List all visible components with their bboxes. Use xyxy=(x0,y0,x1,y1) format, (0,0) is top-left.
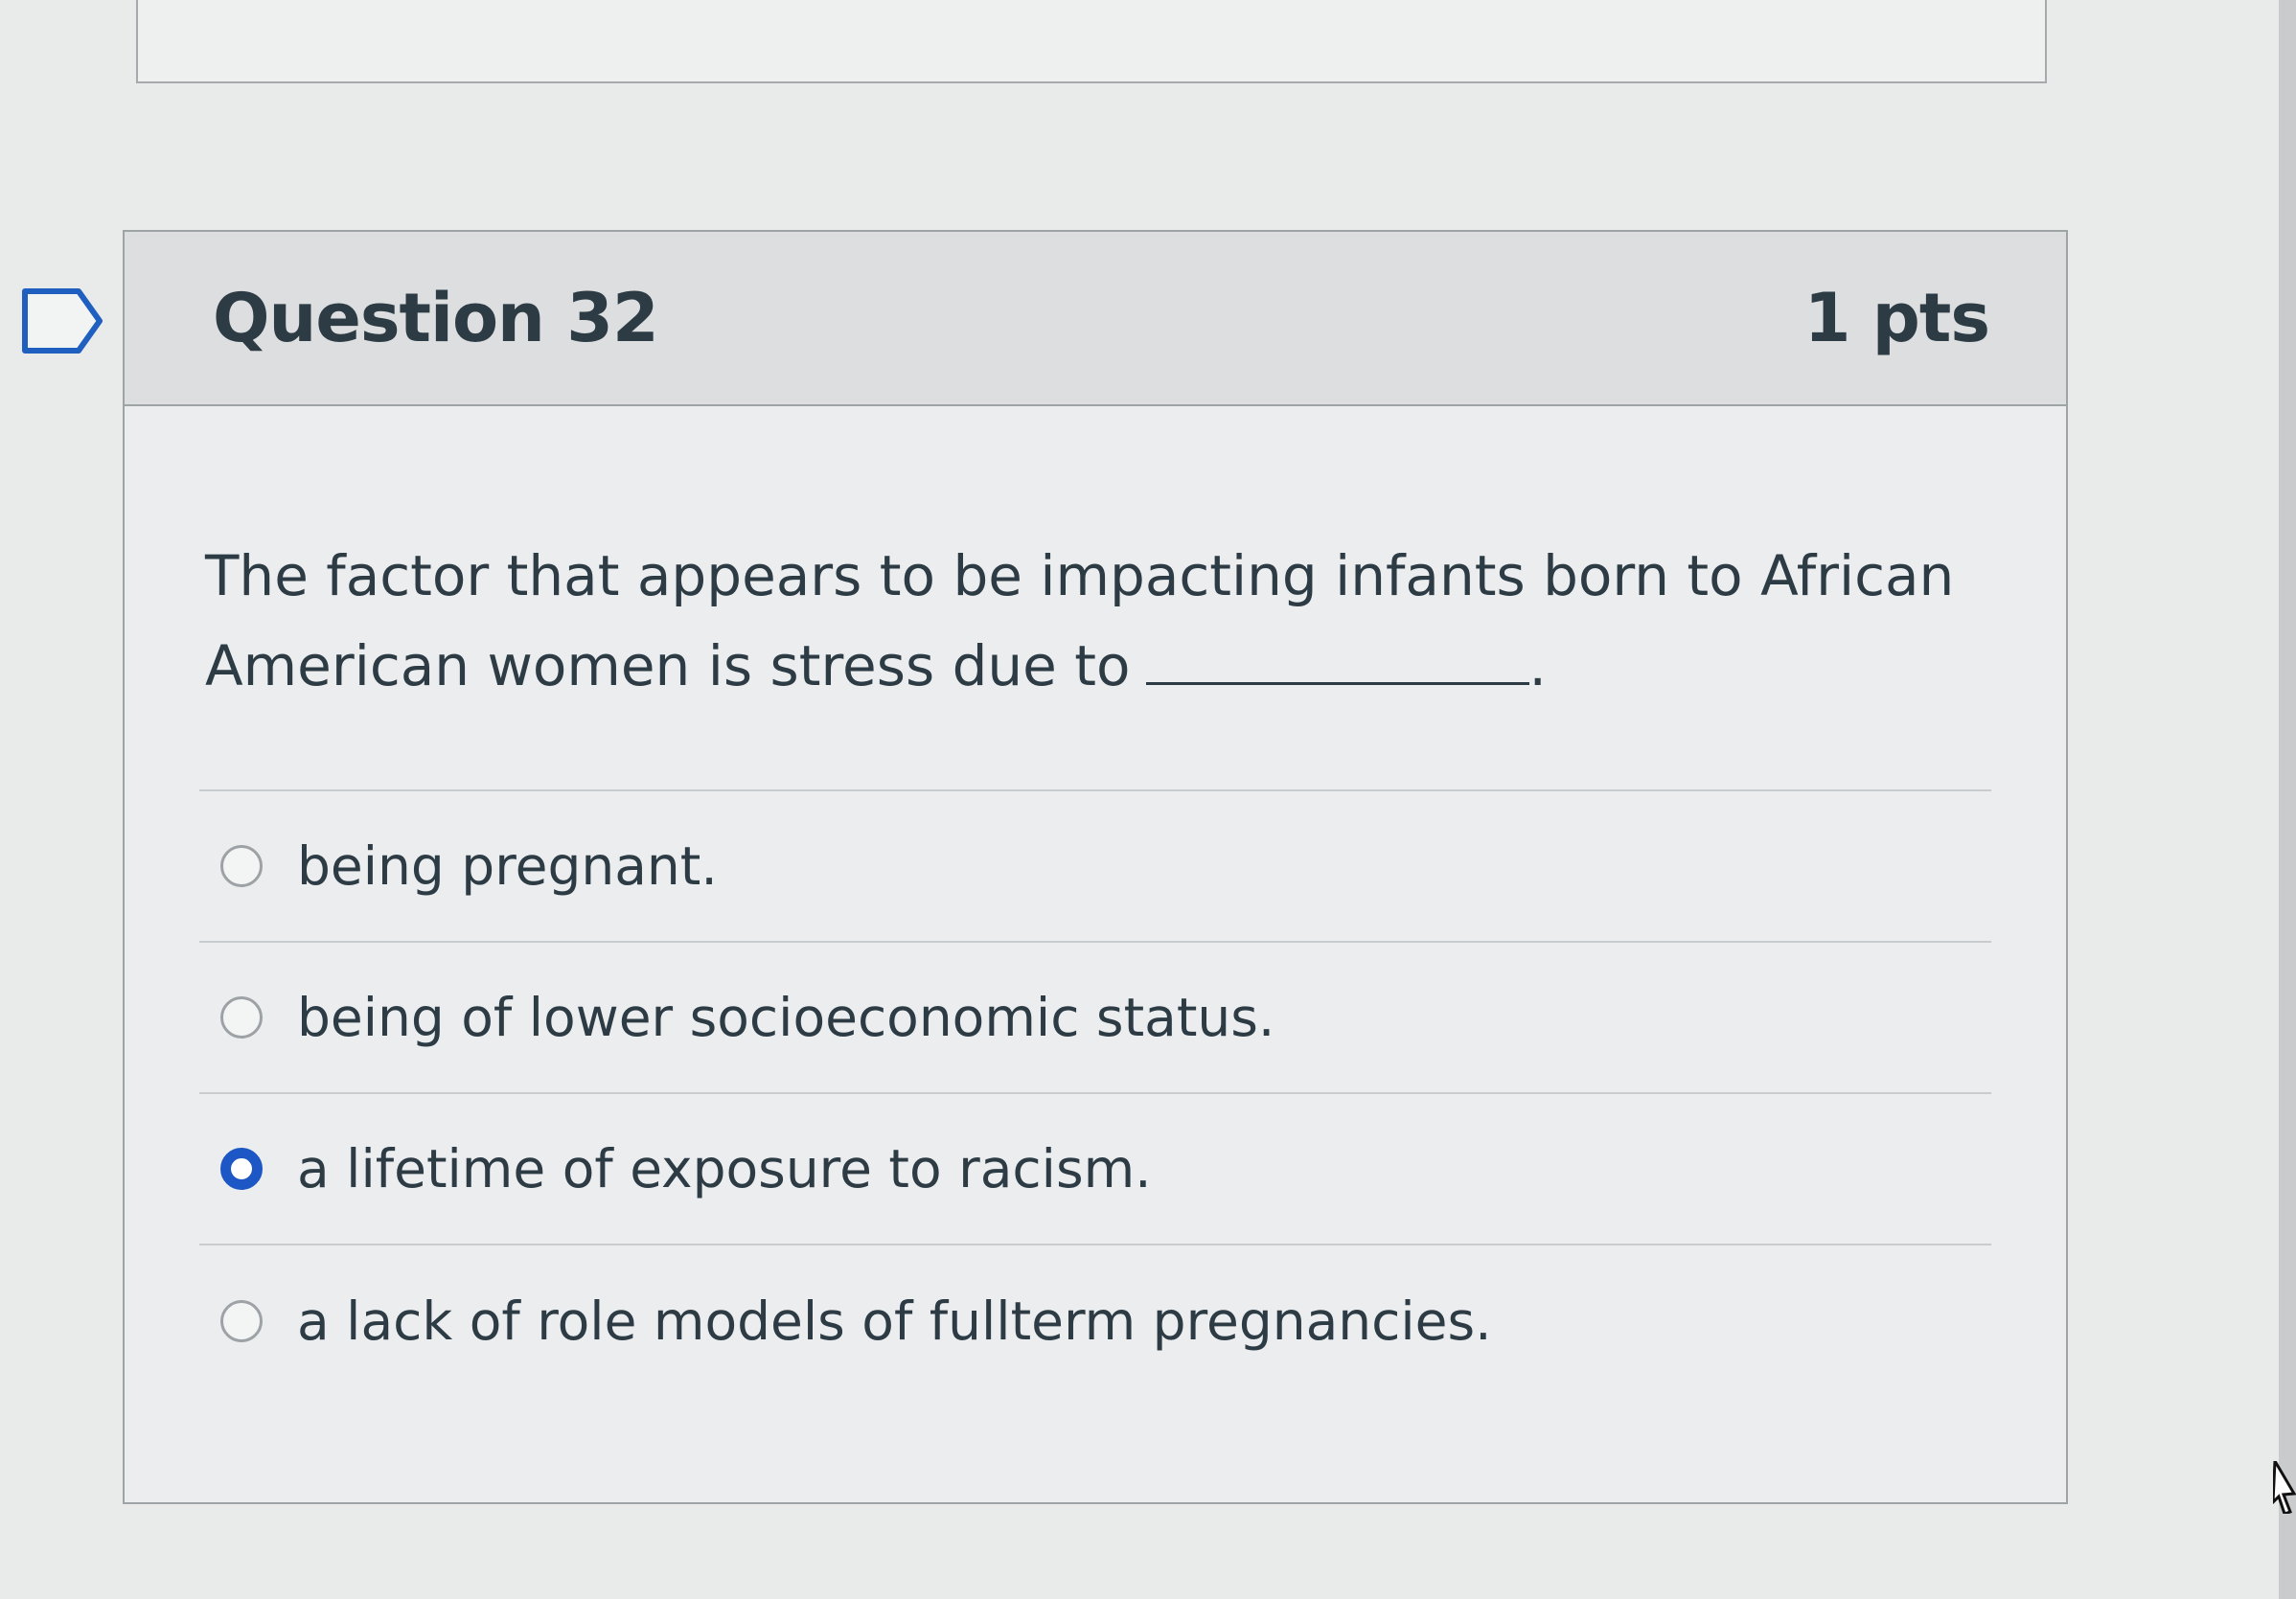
flag-question-icon[interactable] xyxy=(21,287,103,354)
answer-option-4[interactable]: a lack of role models of fullterm pregna… xyxy=(199,1245,1991,1397)
answer-option-1[interactable]: being pregnant. xyxy=(199,791,1991,943)
previous-question-card xyxy=(136,0,2047,83)
radio-button-unselected[interactable] xyxy=(220,845,263,887)
question-text: The factor that appears to be impacting … xyxy=(205,531,2007,711)
radio-button-unselected[interactable] xyxy=(220,1300,263,1342)
mouse-cursor-icon xyxy=(2273,1461,2296,1514)
answer-option-3[interactable]: a lifetime of exposure to racism. xyxy=(199,1094,1991,1245)
question-card: Question 32 1 pts The factor that appear… xyxy=(123,230,2068,1504)
question-stem: The factor that appears to be impacting … xyxy=(205,543,1955,698)
answer-label[interactable]: a lack of role models of fullterm pregna… xyxy=(297,1291,1492,1352)
question-stem-end: . xyxy=(1528,633,1547,698)
radio-button-unselected[interactable] xyxy=(220,996,263,1039)
question-points: 1 pts xyxy=(1803,279,1990,357)
answer-list: being pregnant. being of lower socioecon… xyxy=(199,789,1991,1397)
answer-label[interactable]: a lifetime of exposure to racism. xyxy=(297,1138,1152,1199)
screen-edge xyxy=(2279,0,2296,1599)
question-header: Question 32 1 pts xyxy=(125,232,2066,406)
radio-button-selected[interactable] xyxy=(220,1148,263,1190)
answer-blank xyxy=(1145,632,1529,685)
answer-option-2[interactable]: being of lower socioeconomic status. xyxy=(199,943,1991,1094)
answer-label[interactable]: being of lower socioeconomic status. xyxy=(297,987,1274,1048)
answer-label[interactable]: being pregnant. xyxy=(297,835,718,897)
question-title: Question 32 xyxy=(213,279,659,357)
